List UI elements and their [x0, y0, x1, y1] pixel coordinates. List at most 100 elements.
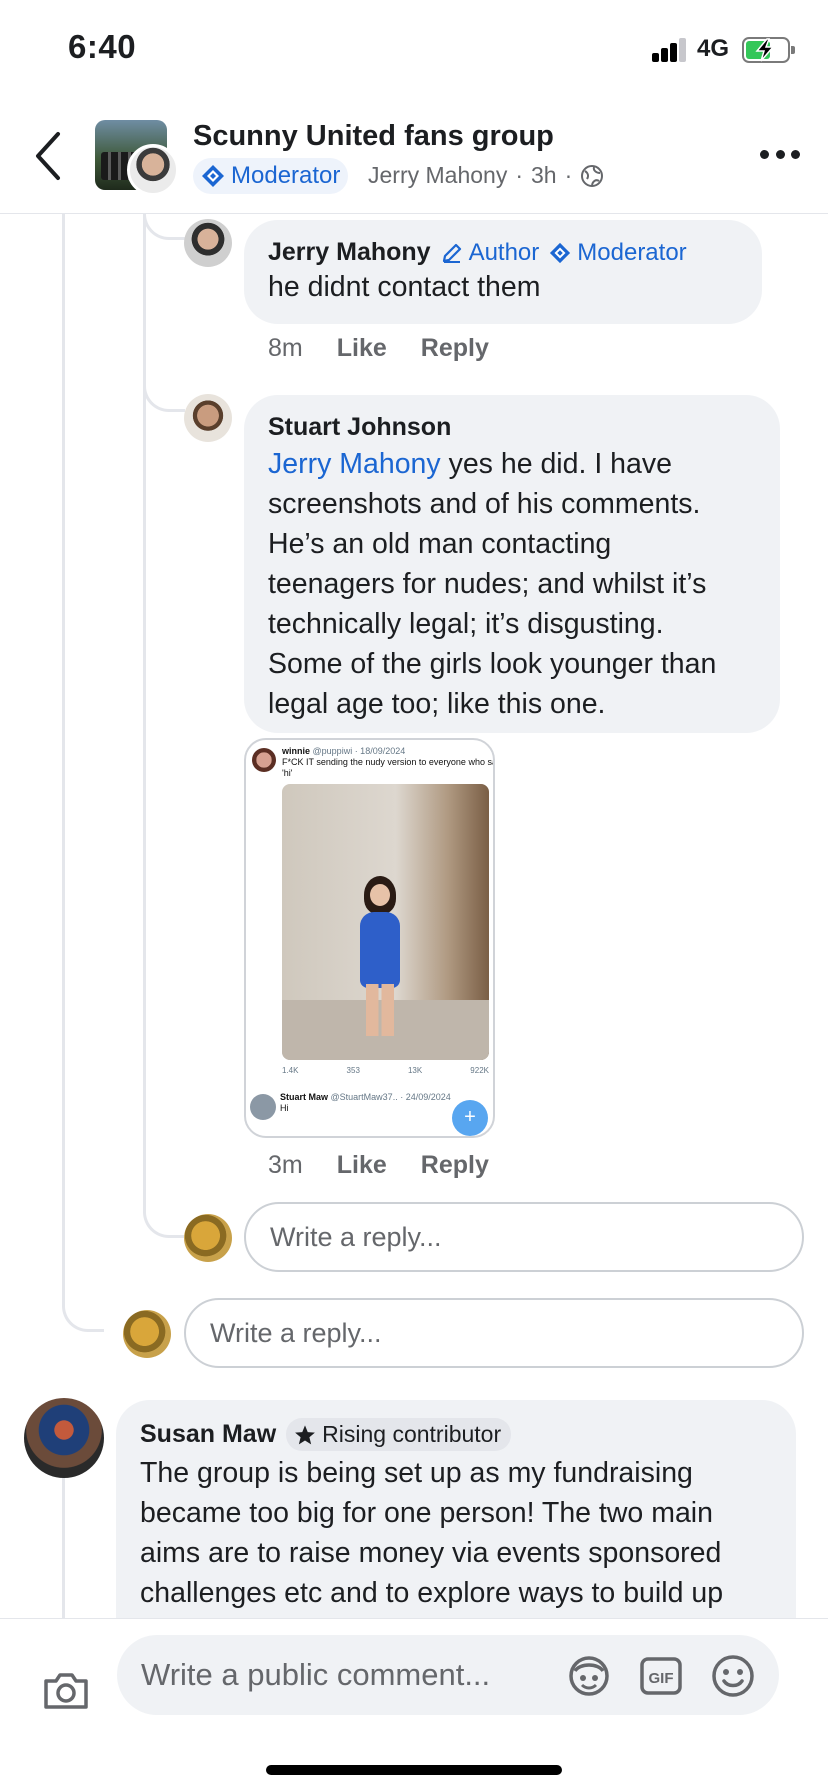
tweet-header: winnie @puppiwi · 18/09/2024 F*CK IT sen… [282, 746, 495, 779]
comment-line: The group is being set up as my fundrais… [140, 1457, 693, 1489]
moderator-tag: Moderator [549, 238, 687, 267]
moderator-shield-icon [202, 165, 224, 187]
thread-curve-reply [143, 1200, 185, 1238]
tweet-replies: 1.4K [282, 1066, 299, 1075]
status-time: 6:40 [68, 28, 137, 65]
status-bar: 6:40 4G [0, 0, 828, 100]
comment-line: became too big for one person! The two m… [140, 1497, 713, 1529]
network-label: 4G [697, 35, 730, 62]
meta-separator-2: · [564, 162, 573, 188]
moderator-shield-icon [550, 242, 571, 263]
comment-line: technically legal; it’s disgusting. [268, 608, 664, 640]
rising-contributor-label: Rising contributor [322, 1421, 502, 1447]
thread-line-susan [62, 1474, 65, 1618]
moderator-badge: Moderator [193, 158, 349, 194]
emoji-icon [712, 1655, 754, 1697]
commenter-avatar-jerry[interactable] [184, 219, 232, 267]
moderator-badge-label: Moderator [231, 162, 341, 189]
comment-line: Some of the girls look younger than [268, 648, 717, 680]
tweet-avatar [252, 748, 276, 772]
comment-line: screenshots and of his comments. [268, 488, 701, 520]
tweet-reply: Stuart Maw @StuartMaw37.. · 24/09/2024 H… [280, 1092, 451, 1114]
comment-actions-jerry: 8m Like Reply [268, 334, 489, 363]
comment-author-name[interactable]: Stuart Johnson [268, 413, 451, 442]
more-options-button[interactable] [760, 150, 800, 164]
post-age: 3h [531, 162, 557, 188]
post-header: Scunny United fans group Moderator Jerry… [0, 100, 828, 214]
reply-avatar [250, 1094, 276, 1120]
comment-actions-stuart: 3m Like Reply [268, 1151, 489, 1180]
comment-author-name[interactable]: Jerry Mahony [268, 238, 431, 267]
comment-text-susan: The group is being set up as my fundrais… [140, 1453, 772, 1613]
camera-button[interactable] [42, 1671, 90, 1711]
comment-bubble-stuart: Stuart Johnson Jerry Mahony yes he did. … [244, 395, 780, 733]
tweet-author: winnie [282, 746, 311, 756]
gif-button[interactable]: GIF [638, 1653, 684, 1699]
comment-line: He’s an old man contacting [268, 528, 612, 560]
star-icon [295, 1424, 316, 1444]
avatar-sticker-icon [569, 1656, 609, 1696]
tweet-likes: 13K [407, 1066, 423, 1075]
thread-curve-stuart [143, 370, 185, 412]
back-chevron-icon [36, 132, 60, 180]
comment-time: 3m [268, 1151, 303, 1179]
my-avatar [123, 1310, 171, 1358]
reply-handle: @StuartMaw37.. · 24/09/2024 [330, 1092, 451, 1102]
back-button[interactable] [28, 130, 68, 182]
comment-time: 8m [268, 334, 303, 362]
thread-line-outer [62, 214, 65, 1290]
reply-button[interactable]: Reply [421, 334, 489, 363]
rising-contributor-badge: Rising contributor [286, 1418, 512, 1451]
comment-line: aims are to raise money via events spons… [140, 1537, 722, 1569]
comment-line: legal age too; like this one. [268, 688, 606, 720]
pencil-icon [442, 243, 461, 263]
author-tag-label: Author [468, 238, 540, 266]
author-tag: Author [441, 238, 540, 267]
compose-plus-icon: + [452, 1100, 488, 1136]
svg-text:GIF: GIF [649, 1670, 674, 1687]
my-avatar [184, 1214, 232, 1262]
like-button[interactable]: Like [337, 1151, 387, 1180]
tweet-retweets: 353 [346, 1066, 360, 1075]
commenter-avatar-susan[interactable] [24, 1398, 104, 1478]
comment-text-stuart: Jerry Mahony yes he did. I have screensh… [268, 444, 756, 724]
signal-icon [652, 38, 688, 62]
comment-author-susan: Susan Maw Rising contributor [140, 1418, 772, 1451]
moderator-tag-label: Moderator [577, 238, 687, 266]
thread-line-inner [143, 214, 146, 1204]
meta-separator: · [515, 162, 523, 188]
mention-link[interactable]: Jerry Mahony [268, 448, 441, 480]
post-author-name[interactable]: Jerry Mahony [368, 162, 507, 189]
emoji-button[interactable] [710, 1653, 756, 1699]
commenter-avatar-stuart[interactable] [184, 394, 232, 442]
reply-author: Stuart Maw [280, 1092, 329, 1102]
thread-curve-jerry [143, 214, 185, 240]
group-name[interactable]: Scunny United fans group [193, 120, 554, 153]
camera-icon [44, 1673, 88, 1709]
tweet-handle: @puppiwi · 18/09/2024 [312, 746, 406, 756]
tweet-stats: 1.4K 353 13K 922K [282, 1066, 489, 1075]
post-meta: Jerry Mahony · 3h · [368, 162, 604, 189]
tweet-photo [282, 784, 489, 1060]
comment-composer: Write a public comment... GIF [0, 1618, 828, 1792]
globe-icon [581, 164, 604, 187]
battery-icon [742, 37, 795, 63]
tweet-text: F*CK IT sending the nudy version to ever… [282, 757, 495, 778]
reply-input-nested[interactable]: Write a reply... [244, 1202, 804, 1272]
comment-author-name[interactable]: Susan Maw [140, 1420, 276, 1449]
avatar-sticker-button[interactable] [566, 1653, 612, 1699]
reply-text: Hi [280, 1103, 289, 1113]
like-button[interactable]: Like [337, 334, 387, 363]
comment-bubble-jerry: Jerry Mahony Author Moderator he didnt c… [244, 220, 762, 324]
reply-input-thread[interactable]: Write a reply... [184, 1298, 804, 1368]
reply-button[interactable]: Reply [421, 1151, 489, 1180]
home-indicator [266, 1765, 562, 1775]
gif-icon: GIF [640, 1657, 682, 1695]
comment-image-attachment[interactable]: winnie @puppiwi · 18/09/2024 F*CK IT sen… [244, 738, 495, 1138]
tweet-views: 922K [470, 1066, 489, 1075]
thread-curve-outer [62, 1290, 104, 1332]
comment-line: yes he did. I have [440, 448, 672, 480]
comment-author-stuart: Stuart Johnson [268, 413, 756, 442]
comment-author-jerry: Jerry Mahony Author Moderator [268, 238, 738, 267]
poster-avatar[interactable] [127, 144, 179, 196]
